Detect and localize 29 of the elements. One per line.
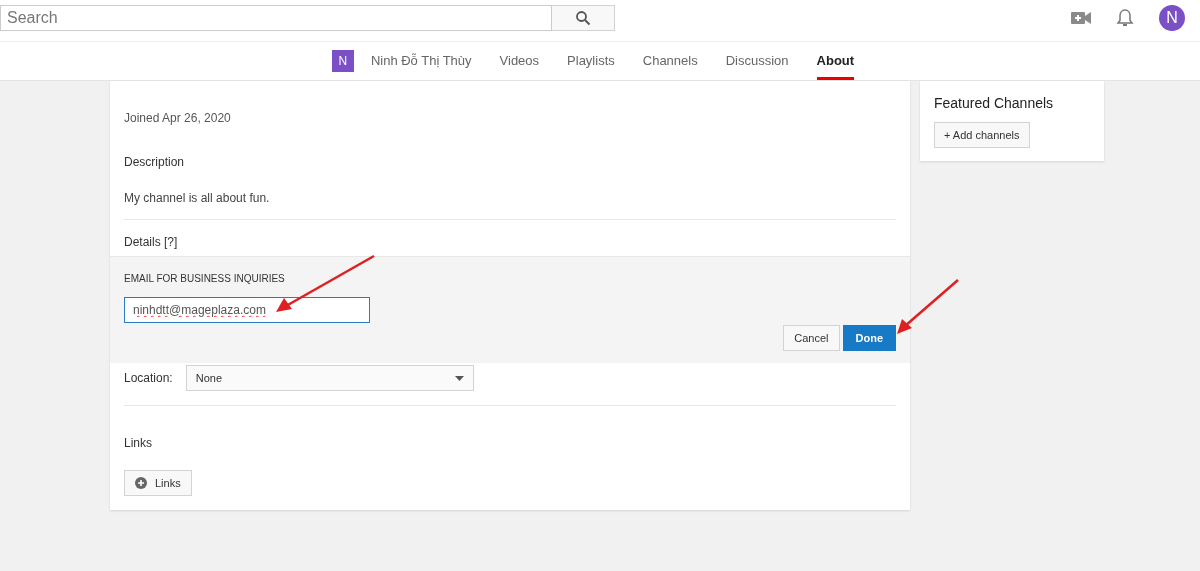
email-field[interactable]: ninhdtt@mageplaza.com xyxy=(124,297,370,323)
search-button[interactable] xyxy=(552,4,615,31)
email-label: EMAIL FOR BUSINESS INQUIRIES xyxy=(124,273,286,284)
cancel-button[interactable]: Cancel xyxy=(783,325,840,351)
search-field[interactable]: Search xyxy=(0,4,552,31)
annotation-arrow xyxy=(895,278,961,336)
search-icon xyxy=(575,9,591,26)
channel-name[interactable]: Ninh Đỗ Thị Thùy xyxy=(370,42,472,80)
done-button[interactable]: Done xyxy=(842,325,896,351)
channel-tab[interactable]: Discussion xyxy=(725,42,789,80)
video-camera-plus-icon[interactable] xyxy=(1071,10,1091,25)
location-label: Location: xyxy=(124,371,173,385)
add-channels-button[interactable]: + Add channels xyxy=(934,122,1030,148)
joined-date: Joined Apr 26, 2020 xyxy=(124,110,232,125)
channel-avatar: N xyxy=(331,50,354,72)
section-heading: Description xyxy=(124,155,186,169)
account-avatar[interactable]: N xyxy=(1159,4,1185,31)
plus-circle-icon xyxy=(135,477,147,489)
section-heading: Details [?] xyxy=(124,235,179,251)
location-dropdown[interactable]: None xyxy=(185,365,474,391)
bell-icon[interactable] xyxy=(1116,7,1134,28)
featured-title: Featured Channels xyxy=(934,95,1055,111)
add-links-button[interactable]: Links xyxy=(124,470,192,496)
dropdown-caret-icon xyxy=(454,375,464,381)
channel-tab[interactable]: Videos xyxy=(499,42,540,80)
channel-tab[interactable]: Channels xyxy=(642,42,698,80)
description-text: My channel is all about fun. xyxy=(124,191,271,205)
channel-tab[interactable]: Playlists xyxy=(567,42,615,80)
section-heading: Links xyxy=(124,436,153,450)
